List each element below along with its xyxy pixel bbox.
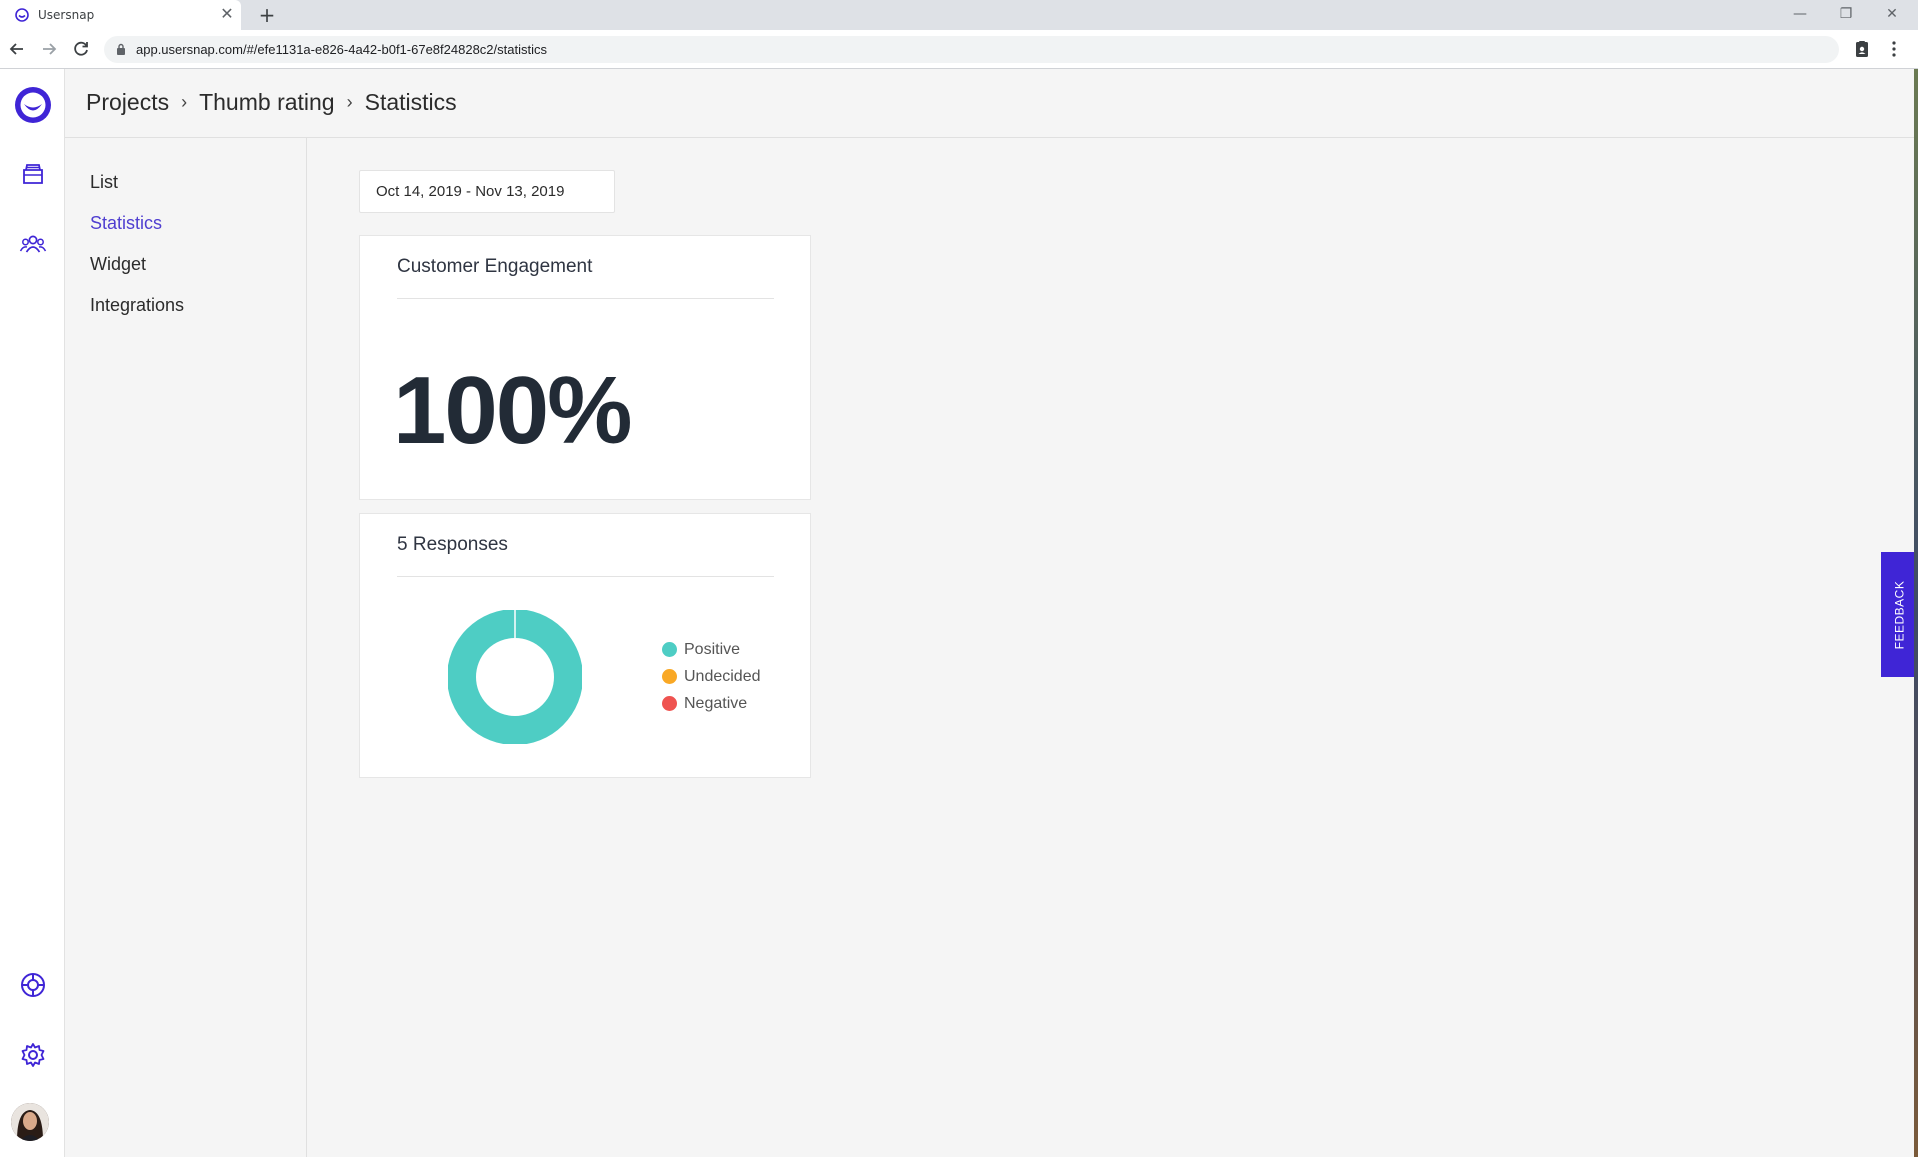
breadcrumb-projects[interactable]: Projects [86, 89, 169, 116]
responses-card-title: 5 Responses [397, 534, 508, 555]
project-subnav: List Statistics Widget Integrations [65, 138, 307, 1157]
engagement-card: Customer Engagement 100% [359, 235, 811, 500]
inbox-icon [22, 164, 43, 184]
subnav-item-widget[interactable]: Widget [90, 254, 146, 275]
avatar-image [11, 1103, 49, 1141]
forward-arrow-icon[interactable] [38, 38, 60, 60]
tab-title: Usersnap [38, 8, 95, 22]
browser-tab[interactable]: Usersnap ✕ [0, 0, 241, 30]
feedback-button[interactable]: FEEDBACK [1881, 552, 1918, 677]
more-menu-icon[interactable] [1884, 39, 1904, 59]
breadcrumb: Projects › Thumb rating › Statistics [86, 89, 457, 116]
team-icon [19, 235, 46, 253]
legend-dot-negative [662, 696, 677, 711]
legend-item-negative: Negative [662, 690, 761, 717]
breadcrumb-thumb-rating[interactable]: Thumb rating [199, 89, 335, 116]
usersnap-favicon-icon [15, 8, 29, 22]
browser-toolbar: app.usersnap.com/#/efe1131a-e826-4a42-b0… [0, 30, 1918, 69]
back-arrow-icon[interactable] [6, 38, 28, 60]
engagement-value: 100% [393, 357, 633, 464]
app-icon-rail [0, 69, 65, 1157]
gear-icon [21, 1043, 44, 1067]
lifebuoy-icon [20, 973, 45, 997]
card-divider [397, 576, 774, 577]
legend-item-undecided: Undecided [662, 663, 761, 690]
chevron-right-icon: › [346, 92, 353, 112]
new-tab-button[interactable]: + [255, 3, 279, 27]
donut-slice-positive [448, 610, 582, 744]
legend-label-undecided: Undecided [684, 667, 761, 685]
responses-donut-chart [448, 610, 582, 744]
close-window-button[interactable]: ✕ [1870, 2, 1914, 26]
settings-nav[interactable] [0, 1030, 65, 1080]
responses-card: 5 Responses Positive Undecided Negative [359, 513, 811, 778]
legend-label-negative: Negative [684, 694, 748, 712]
tab-close-icon[interactable]: ✕ [218, 5, 236, 23]
browser-tab-bar: Usersnap ✕ + — ❐ ✕ [0, 0, 1918, 30]
address-bar[interactable]: app.usersnap.com/#/efe1131a-e826-4a42-b0… [104, 36, 1839, 63]
logo-link[interactable] [0, 80, 65, 130]
restore-button[interactable]: ❐ [1824, 2, 1868, 26]
desktop-edge [1914, 69, 1918, 1157]
minimize-button[interactable]: — [1778, 2, 1822, 26]
card-divider [397, 298, 774, 299]
legend-label-positive: Positive [684, 640, 741, 658]
page-header: Projects › Thumb rating › Statistics [65, 69, 1918, 138]
engagement-card-title: Customer Engagement [397, 256, 593, 277]
breadcrumb-statistics: Statistics [364, 89, 457, 115]
subnav-item-statistics[interactable]: Statistics [90, 213, 162, 234]
extension-icon[interactable] [1852, 39, 1872, 59]
lock-icon [117, 43, 125, 55]
date-range-picker[interactable]: Oct 14, 2019 - Nov 13, 2019 [359, 170, 615, 213]
avatar[interactable] [11, 1103, 49, 1141]
reload-icon[interactable] [70, 38, 92, 60]
legend-dot-undecided [662, 669, 677, 684]
subnav-item-integrations[interactable]: Integrations [90, 295, 184, 316]
legend-item-positive: Positive [662, 636, 761, 663]
projects-nav[interactable] [0, 149, 65, 199]
team-nav[interactable] [0, 219, 65, 269]
url-text: app.usersnap.com/#/efe1131a-e826-4a42-b0… [136, 42, 547, 57]
chevron-right-icon: › [181, 92, 188, 112]
usersnap-logo-icon [14, 87, 51, 123]
help-nav[interactable] [0, 960, 65, 1010]
legend-dot-positive [662, 642, 677, 657]
chart-legend: Positive Undecided Negative [662, 636, 761, 717]
feedback-label: FEEDBACK [1892, 580, 1907, 649]
subnav-item-list[interactable]: List [90, 172, 118, 193]
